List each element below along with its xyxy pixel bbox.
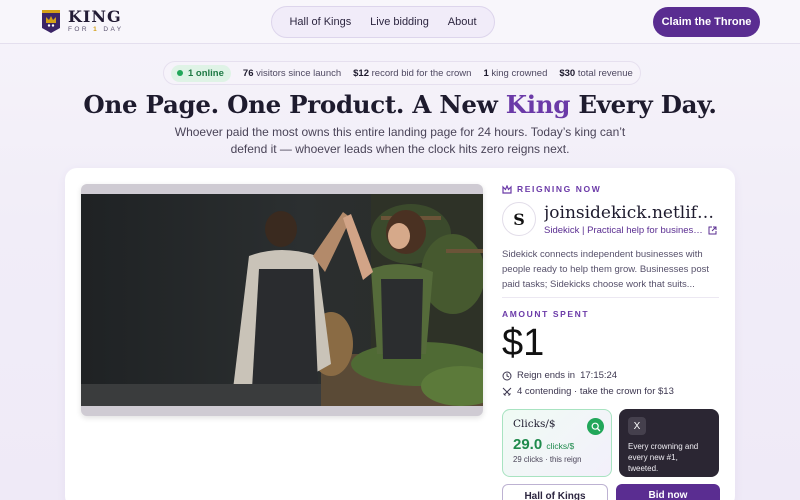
reigning-site[interactable]: S joinsidekick.netlify.app Sidekick | Pr…: [502, 202, 719, 236]
reigning-label: REIGNING NOW: [502, 184, 719, 194]
stat-visitors: 76 visitors since launch: [242, 67, 342, 79]
site-description: Sidekick connects independent businesses…: [502, 249, 710, 290]
amount-label: AMOUNT SPENT: [502, 309, 590, 319]
stat-record-bid: $12 record bid for the crown: [353, 67, 472, 79]
action-buttons: Hall of Kings Bid now: [502, 484, 720, 500]
amount-value: $1: [502, 322, 545, 364]
reign-details: REIGNING NOW S joinsidekick.netlify.app …: [502, 184, 719, 397]
logo-subtitle: FOR 1 DAY: [68, 25, 124, 33]
clicks-per-dollar-tile: Clicks/$ 29.0 clicks/$ 29 clicks · this …: [502, 409, 612, 477]
product-photo: [81, 194, 483, 406]
stat-revenue: $30 total revenue: [559, 67, 633, 79]
metric-tiles: Clicks/$ 29.0 clicks/$ 29 clicks · this …: [502, 409, 719, 477]
stat-kings: 1 king crowned: [483, 67, 548, 79]
search-chart-icon: [587, 418, 604, 435]
online-badge: 1 online: [171, 64, 231, 82]
clicks-detail: 29 clicks · this reign: [513, 455, 582, 464]
bid-now-button[interactable]: Bid now: [616, 484, 720, 500]
external-link-icon: [708, 226, 717, 234]
crown-logo-icon: [42, 10, 60, 33]
contending-info: 4 contending · take the crown for $13: [502, 386, 719, 397]
x-announce-text: Every crowning and every new #1, tweeted…: [628, 442, 699, 473]
site-avatar: S: [502, 202, 536, 236]
crown-icon: [502, 184, 512, 194]
hall-of-kings-button[interactable]: Hall of Kings: [502, 484, 608, 500]
claim-throne-button[interactable]: Claim the Throne: [653, 7, 760, 37]
nav-about[interactable]: About: [448, 16, 477, 28]
site-logo[interactable]: KING FOR 1 DAY: [40, 8, 123, 34]
clicks-value: 29.0 clicks/$: [513, 436, 575, 453]
page-subtitle: Whoever paid the most owns this entire l…: [174, 125, 626, 156]
product-image[interactable]: [81, 184, 483, 416]
site-name[interactable]: joinsidekick.netlify.app: [544, 203, 719, 223]
online-dot-icon: [177, 70, 183, 76]
nav-live-bidding[interactable]: Live bidding: [370, 16, 429, 28]
site-tagline-link[interactable]: Sidekick | Practical help for business o…: [544, 225, 719, 236]
stats-bar: 1 online 76 visitors since launch $12 re…: [163, 61, 641, 85]
logo-title: KING: [68, 6, 122, 26]
x-logo-icon: X: [628, 417, 646, 435]
countdown-timer: 17:15:24: [580, 370, 618, 381]
nav-hall-of-kings[interactable]: Hall of Kings: [289, 16, 351, 28]
swords-icon: [502, 387, 512, 396]
divider: [502, 297, 719, 298]
page-title: One Page. One Product. A New King Every …: [83, 90, 717, 119]
x-announce-tile[interactable]: X Every crowning and every new #1, tweet…: [619, 409, 719, 477]
reign-countdown: Reign ends in 17:15:24: [502, 370, 719, 381]
top-header: KING FOR 1 DAY Hall of Kings Live biddin…: [0, 0, 800, 44]
clock-icon: [502, 371, 512, 380]
main-nav: Hall of Kings Live bidding About: [271, 6, 495, 38]
